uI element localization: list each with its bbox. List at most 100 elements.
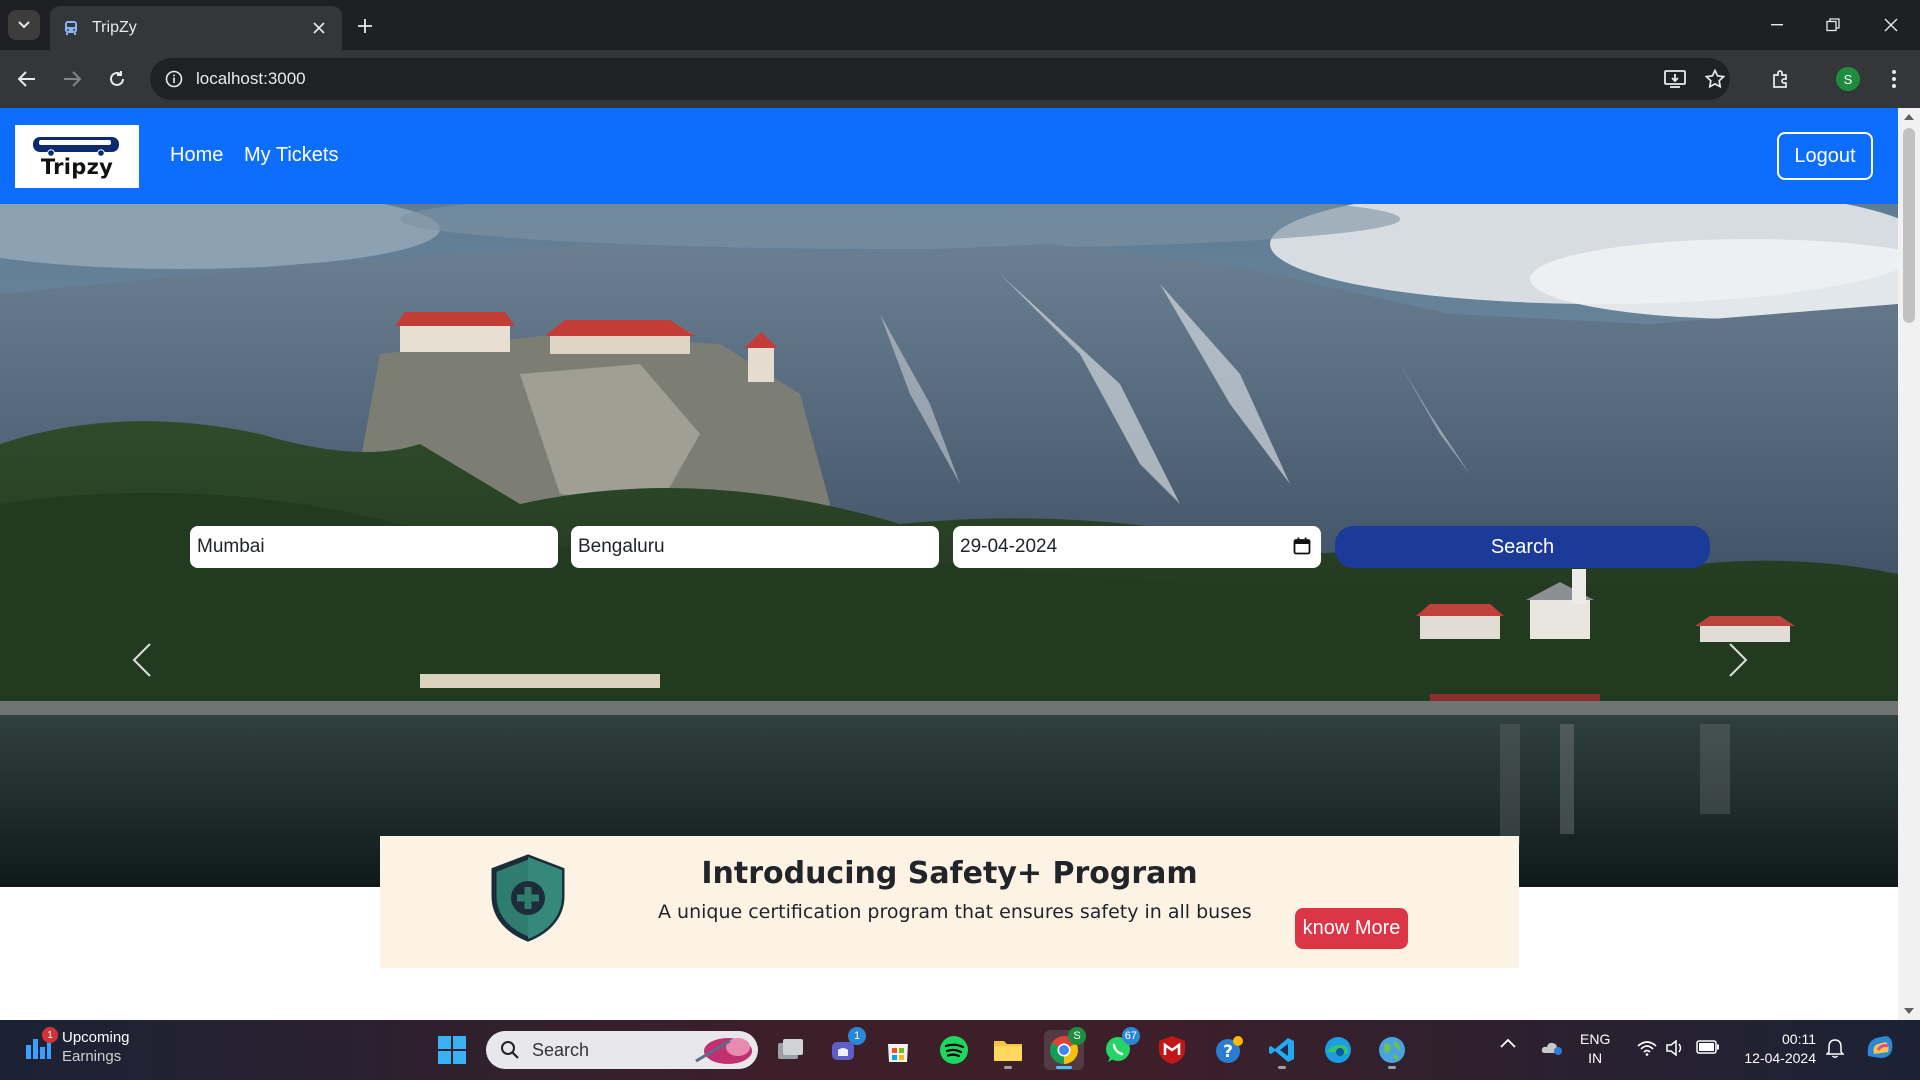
close-icon bbox=[1884, 18, 1898, 32]
store-app[interactable] bbox=[878, 1030, 918, 1070]
nav-link-my-tickets[interactable]: My Tickets bbox=[244, 144, 338, 167]
site-info-icon[interactable] bbox=[154, 58, 194, 100]
teams-app[interactable]: 1 bbox=[824, 1027, 866, 1070]
windows-logo-icon bbox=[438, 1036, 466, 1064]
notifications-bell-icon[interactable] bbox=[1826, 1038, 1844, 1058]
browser-tab[interactable]: TripZy bbox=[50, 6, 342, 50]
puzzle-icon bbox=[1773, 70, 1787, 88]
carousel-prev-button[interactable] bbox=[120, 632, 164, 688]
onedrive-tray-icon[interactable] bbox=[1540, 1038, 1564, 1056]
browser-toolbar: localhost:3000 S bbox=[0, 50, 1920, 108]
restore-button[interactable] bbox=[1810, 8, 1856, 42]
microsoft-store-icon bbox=[888, 1044, 908, 1062]
new-tab-button[interactable] bbox=[350, 12, 380, 40]
search-highlight-icon bbox=[695, 1038, 752, 1064]
get-help-app[interactable]: ? bbox=[1208, 1030, 1248, 1070]
stocks-widget-icon: 1 bbox=[24, 1027, 58, 1061]
close-window-button[interactable] bbox=[1868, 8, 1914, 42]
safety-program-card: Introducing Safety+ Program A unique cer… bbox=[380, 836, 1519, 968]
start-button[interactable] bbox=[432, 1030, 472, 1070]
active-indicator bbox=[1056, 1066, 1072, 1069]
search-button[interactable]: Search bbox=[1335, 526, 1710, 568]
arrow-right-icon bbox=[64, 71, 81, 87]
bus-favicon-icon bbox=[62, 19, 80, 37]
tab-search-button[interactable] bbox=[8, 10, 40, 40]
nav-link-home[interactable]: Home bbox=[170, 144, 223, 167]
safety-description: A unique certification program that ensu… bbox=[658, 901, 1252, 923]
back-button[interactable] bbox=[10, 62, 44, 96]
show-hidden-icons-button[interactable] bbox=[1500, 1038, 1516, 1048]
edge-app[interactable] bbox=[1318, 1030, 1358, 1070]
avatar: S bbox=[1836, 67, 1860, 91]
date-input[interactable]: 29-04-2024 bbox=[953, 526, 1321, 568]
taskbar-search-placeholder: Search bbox=[532, 1039, 590, 1060]
copilot-icon[interactable] bbox=[1864, 1032, 1896, 1062]
scroll-thumb[interactable] bbox=[1903, 128, 1915, 323]
chrome-app[interactable]: S bbox=[1044, 1027, 1086, 1070]
from-input[interactable]: Mumbai bbox=[190, 526, 558, 568]
file-explorer-app[interactable] bbox=[988, 1030, 1028, 1070]
logout-button[interactable]: Logout bbox=[1777, 132, 1873, 180]
search-icon bbox=[501, 1041, 519, 1059]
language-indicator[interactable]: ENG IN bbox=[1580, 1030, 1610, 1068]
language-code: ENG bbox=[1580, 1031, 1611, 1047]
whatsapp-app[interactable]: 67 bbox=[1098, 1027, 1140, 1070]
mcafee-app[interactable] bbox=[1152, 1030, 1192, 1070]
restore-icon bbox=[1826, 18, 1840, 32]
hero-carousel: Mumbai Bengaluru 29-04-2024 Search bbox=[0, 204, 1898, 887]
task-view-button[interactable] bbox=[770, 1030, 810, 1070]
carousel-next-button[interactable] bbox=[1716, 632, 1760, 688]
folder-icon bbox=[994, 1041, 1022, 1061]
bookmark-star-icon[interactable] bbox=[1696, 58, 1734, 100]
url-text: localhost:3000 bbox=[196, 69, 306, 88]
brand-name: Tripzy bbox=[40, 154, 114, 179]
forward-button[interactable] bbox=[55, 62, 89, 96]
tab-title: TripZy bbox=[92, 19, 137, 36]
know-more-button[interactable]: know More bbox=[1295, 908, 1408, 949]
chrome-profile-badge: S bbox=[1068, 1027, 1086, 1045]
wifi-icon[interactable] bbox=[1637, 1040, 1657, 1056]
page-scrollbar[interactable] bbox=[1898, 108, 1920, 1020]
battery-icon[interactable] bbox=[1696, 1040, 1720, 1054]
safety-title: Introducing Safety+ Program bbox=[701, 856, 1198, 891]
widgets-button[interactable]: 1 Upcoming Earnings bbox=[24, 1027, 130, 1066]
spotify-icon bbox=[940, 1036, 968, 1064]
arrow-left-icon bbox=[18, 71, 35, 87]
globe-icon bbox=[1379, 1037, 1405, 1063]
address-bar[interactable]: localhost:3000 bbox=[150, 58, 1730, 100]
chevron-right-icon bbox=[1729, 643, 1748, 677]
close-tab-icon[interactable] bbox=[308, 17, 330, 39]
svg-text:?: ? bbox=[1223, 1042, 1233, 1062]
vscode-app[interactable] bbox=[1262, 1030, 1302, 1070]
task-view-icon bbox=[778, 1039, 803, 1059]
bus-logo-icon bbox=[33, 136, 119, 157]
browser-menu-button[interactable] bbox=[1876, 62, 1912, 96]
reload-icon bbox=[110, 71, 124, 86]
calendar-icon[interactable] bbox=[1293, 537, 1311, 555]
date-value: 29-04-2024 bbox=[960, 536, 1058, 557]
edge-icon bbox=[1325, 1037, 1351, 1063]
install-app-icon[interactable] bbox=[1656, 58, 1694, 100]
mcafee-shield-icon bbox=[1159, 1036, 1185, 1064]
scroll-down-arrow-icon[interactable] bbox=[1904, 1006, 1914, 1016]
page-viewport: Tripzy Home My Tickets Logout Mumbai Ben… bbox=[0, 108, 1920, 1020]
minimize-button[interactable] bbox=[1754, 8, 1800, 42]
profile-button[interactable]: S bbox=[1830, 62, 1866, 96]
windows-taskbar: 1 Upcoming Earnings Search 1 S 67 ? ENG … bbox=[0, 1020, 1920, 1080]
spotify-app[interactable] bbox=[934, 1030, 974, 1070]
widget-subtitle: Earnings bbox=[62, 1048, 122, 1065]
extensions-button[interactable] bbox=[1763, 62, 1799, 96]
chevron-down-icon bbox=[18, 21, 30, 29]
volume-icon[interactable] bbox=[1665, 1040, 1685, 1056]
taskbar-search[interactable]: Search bbox=[486, 1031, 758, 1069]
widget-badge: 1 bbox=[42, 1027, 58, 1043]
running-indicator bbox=[1388, 1066, 1396, 1069]
maps-app[interactable] bbox=[1372, 1030, 1412, 1070]
system-clock[interactable]: 00:11 12-04-2024 bbox=[1736, 1030, 1816, 1068]
to-input[interactable]: Bengaluru bbox=[571, 526, 939, 568]
minimize-icon bbox=[1771, 24, 1783, 26]
running-indicator bbox=[1004, 1066, 1012, 1069]
scroll-up-arrow-icon[interactable] bbox=[1904, 112, 1914, 122]
brand-logo[interactable]: Tripzy bbox=[15, 125, 139, 188]
reload-button[interactable] bbox=[100, 62, 134, 96]
